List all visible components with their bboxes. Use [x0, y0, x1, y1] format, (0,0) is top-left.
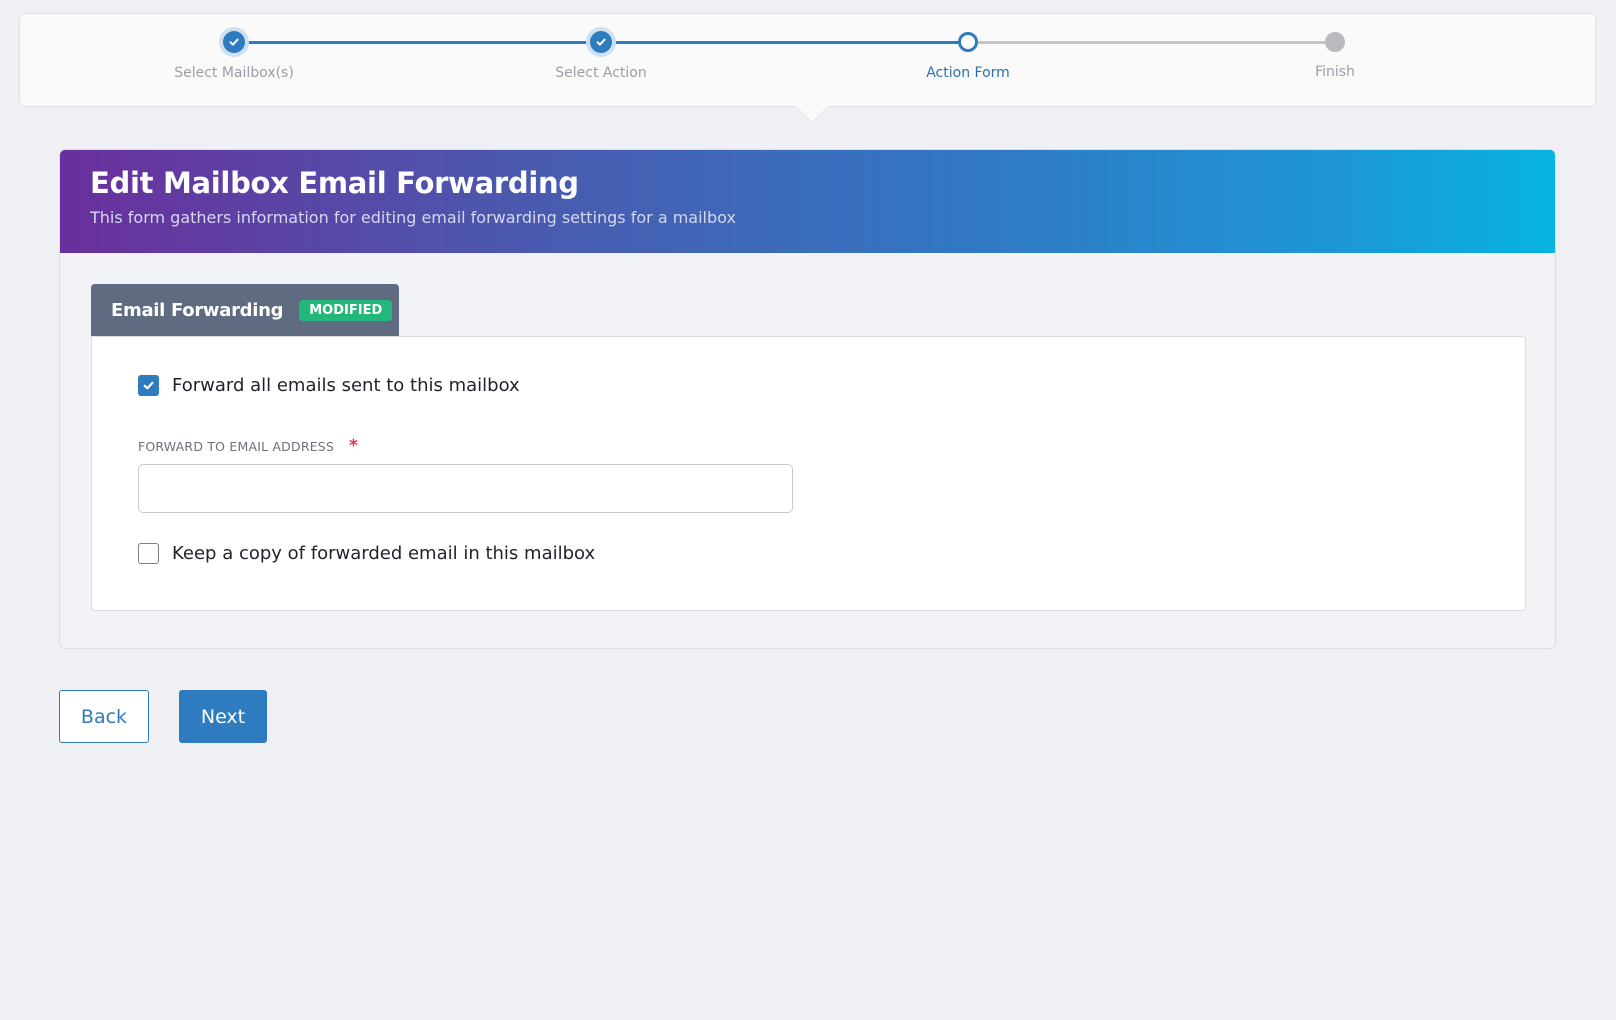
step-action-form: Action Form: [848, 14, 1088, 104]
form-panel: Forward all emails sent to this mailbox …: [91, 336, 1526, 611]
step-finish: Finish: [1215, 14, 1455, 104]
forward-address-label: FORWARD TO EMAIL ADDRESS: [138, 439, 335, 454]
keep-copy-label[interactable]: Keep a copy of forwarded email in this m…: [172, 543, 595, 564]
required-asterisk: *: [349, 436, 358, 456]
modified-badge: MODIFIED: [299, 299, 393, 321]
forward-all-label[interactable]: Forward all emails sent to this mailbox: [172, 375, 520, 396]
keep-copy-row[interactable]: Keep a copy of forwarded email in this m…: [138, 543, 595, 564]
step-select-mailboxes[interactable]: Select Mailbox(s): [114, 14, 354, 104]
check-icon: [143, 381, 154, 390]
step-done-check-icon: [590, 31, 612, 53]
form-header: Edit Mailbox Email Forwarding This form …: [60, 150, 1555, 253]
back-button[interactable]: Back: [59, 690, 149, 743]
step-label: Select Mailbox(s): [174, 65, 294, 81]
step-label: Select Action: [555, 65, 647, 81]
step-label: Action Form: [926, 65, 1010, 81]
form-subtitle: This form gathers information for editin…: [90, 208, 736, 227]
tab-email-forwarding[interactable]: Email Forwarding MODIFIED: [91, 284, 399, 336]
step-label: Finish: [1315, 64, 1355, 80]
stepper-pointer: [796, 106, 828, 122]
next-button[interactable]: Next: [179, 690, 267, 743]
keep-copy-checkbox[interactable]: [138, 543, 159, 564]
forward-all-row[interactable]: Forward all emails sent to this mailbox: [138, 375, 520, 396]
page: Select Mailbox(s) Select Action Action F…: [0, 0, 1616, 1020]
form-title: Edit Mailbox Email Forwarding: [90, 166, 579, 200]
step-pending-dot-icon: [1325, 32, 1345, 52]
form-card: Edit Mailbox Email Forwarding This form …: [59, 149, 1556, 649]
wizard-stepper: Select Mailbox(s) Select Action Action F…: [19, 13, 1596, 107]
forward-all-checkbox[interactable]: [138, 375, 159, 396]
forward-address-input[interactable]: [138, 464, 793, 513]
step-done-check-icon: [223, 31, 245, 53]
step-current-circle-icon: [958, 32, 978, 52]
tab-label: Email Forwarding: [111, 299, 284, 321]
step-select-action[interactable]: Select Action: [481, 14, 721, 104]
